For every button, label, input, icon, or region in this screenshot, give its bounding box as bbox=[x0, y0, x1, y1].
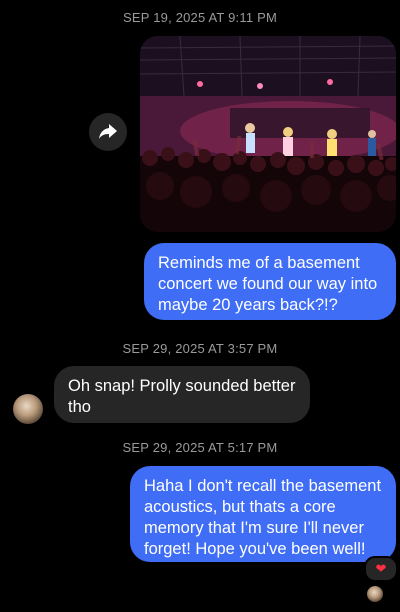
heart-icon: ❤ bbox=[375, 561, 387, 576]
timestamp: SEP 29, 2025 AT 5:17 PM bbox=[122, 440, 278, 455]
incoming-message[interactable]: Oh snap! Prolly sounded better tho bbox=[54, 366, 310, 423]
outgoing-message[interactable]: Reminds me of a basement concert we foun… bbox=[144, 243, 396, 320]
timestamp: SEP 19, 2025 AT 9:11 PM bbox=[123, 10, 277, 25]
outgoing-message[interactable]: Haha I don't recall the basement acousti… bbox=[130, 466, 396, 562]
shared-concert-photo[interactable] bbox=[140, 36, 396, 232]
reaction-badge[interactable]: ❤ bbox=[364, 556, 398, 582]
contact-avatar[interactable] bbox=[13, 394, 43, 424]
share-arrow-icon bbox=[99, 124, 117, 139]
read-receipt-avatar bbox=[367, 586, 383, 602]
share-button[interactable] bbox=[89, 113, 127, 151]
timestamp: SEP 29, 2025 AT 3:57 PM bbox=[122, 341, 278, 356]
